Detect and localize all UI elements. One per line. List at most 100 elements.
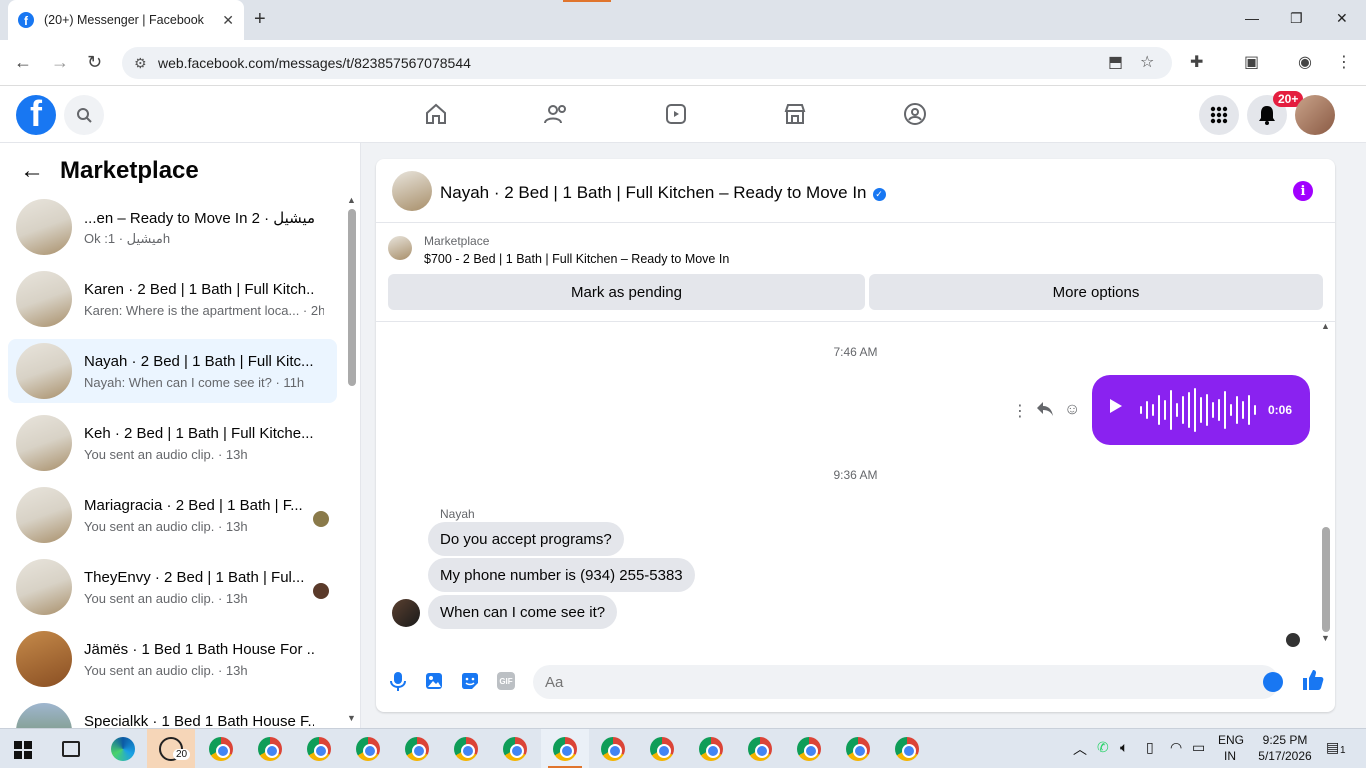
chrome-icon[interactable] xyxy=(258,737,282,761)
conversation-item[interactable]: Jämës · 1 Bed 1 Bath House For ... You s… xyxy=(8,627,337,691)
conversation-item[interactable]: Mariagracia · 2 Bed | 1 Bath | F... You … xyxy=(8,483,337,547)
menu-grid-icon[interactable] xyxy=(1199,95,1239,135)
mark-as-pending-button[interactable]: Mark as pending xyxy=(388,274,865,310)
chrome-icon[interactable] xyxy=(846,737,870,761)
conversation-preview: You sent an audio clip. · 13h xyxy=(84,591,248,606)
react-emoji-icon[interactable]: ☺ xyxy=(1064,401,1080,419)
chrome-icon[interactable] xyxy=(356,737,380,761)
new-tab-icon[interactable]: + xyxy=(254,8,266,31)
more-kebab-icon[interactable]: ⋮ xyxy=(1012,401,1028,421)
sender-avatar[interactable] xyxy=(392,599,420,627)
groups-icon[interactable] xyxy=(901,100,929,128)
incoming-message[interactable]: When can I come see it? xyxy=(428,595,618,629)
profile-icon[interactable]: ◉ xyxy=(1298,52,1312,72)
restore-icon[interactable]: ❐ xyxy=(1290,10,1303,27)
back-icon[interactable]: ← xyxy=(14,52,32,73)
home-icon[interactable] xyxy=(422,100,450,128)
conversation-item[interactable]: ...en – Ready to Move In 2 · ميشيل Ok :م… xyxy=(8,195,337,259)
back-arrow-icon[interactable]: ← xyxy=(20,157,44,185)
edge-icon[interactable] xyxy=(111,737,135,761)
marketplace-sidebar: ← Marketplace ...en – Ready to Move In 2… xyxy=(0,143,361,728)
clock-time[interactable]: 9:25 PM xyxy=(1260,733,1310,747)
chrome-icon[interactable] xyxy=(650,737,674,761)
notification-center-icon[interactable]: ▤ xyxy=(1326,739,1339,756)
chrome-icon[interactable] xyxy=(699,737,723,761)
emoji-icon[interactable] xyxy=(1263,672,1283,692)
scroll-down-arrow-icon[interactable]: ▼ xyxy=(1321,633,1330,643)
device-icon[interactable]: ▯ xyxy=(1146,739,1154,756)
facebook-logo-icon[interactable]: f xyxy=(16,95,56,135)
language-indicator[interactable]: ENG xyxy=(1218,733,1244,747)
chrome-icon[interactable] xyxy=(405,737,429,761)
conversation-item[interactable]: TheyEnvy · 2 Bed | 1 Bath | Ful... You s… xyxy=(8,555,337,619)
conversation-item[interactable]: Specialkk · 1 Bed 1 Bath House F... xyxy=(8,699,337,728)
chat-avatar[interactable] xyxy=(392,171,432,211)
audio-duration: 0:06 xyxy=(1268,403,1293,417)
chrome-icon[interactable] xyxy=(307,737,331,761)
conversation-item-active[interactable]: Nayah · 2 Bed | 1 Bath | Full Kitc... Na… xyxy=(8,339,337,403)
wifi-icon[interactable]: ◠ xyxy=(1170,739,1182,756)
chrome-icon[interactable] xyxy=(797,737,821,761)
reload-icon[interactable]: ↻ xyxy=(87,52,102,73)
install-app-icon[interactable]: ⬒ xyxy=(1108,52,1123,72)
extensions-icon[interactable]: ✚ xyxy=(1190,52,1203,72)
scroll-up-arrow-icon[interactable]: ▲ xyxy=(347,195,356,205)
battery-icon[interactable]: ▭ xyxy=(1192,739,1205,756)
search-icon[interactable] xyxy=(64,95,104,135)
windows-start-icon[interactable] xyxy=(14,741,32,759)
address-toolbar: ← → ↻ ⚙ web.facebook.com/messages/t/8238… xyxy=(0,40,1366,86)
chrome-icon[interactable] xyxy=(503,737,527,761)
menu-kebab-icon[interactable]: ⋮ xyxy=(1336,52,1352,72)
chat-title[interactable]: Nayah · 2 Bed | 1 Bath | Full Kitchen – … xyxy=(440,183,886,203)
close-window-icon[interactable]: ✕ xyxy=(1336,10,1348,27)
sticker-icon[interactable] xyxy=(460,671,480,691)
whatsapp-tray-icon[interactable]: ✆ xyxy=(1097,739,1109,756)
chrome-icon[interactable] xyxy=(601,737,625,761)
bookmark-star-icon[interactable]: ☆ xyxy=(1140,52,1154,72)
audio-message[interactable]: 0:06 xyxy=(1092,375,1310,445)
play-icon[interactable] xyxy=(1110,399,1122,413)
whatsapp-taskbar-button[interactable]: 20 xyxy=(147,729,195,768)
close-tab-icon[interactable]: ✕ xyxy=(222,12,234,29)
chat-scrollbar[interactable] xyxy=(1322,527,1330,632)
show-hidden-icons-chevron-icon[interactable]: ︿ xyxy=(1073,739,1087,759)
video-icon[interactable] xyxy=(662,100,690,128)
friends-icon[interactable] xyxy=(542,100,570,128)
task-view-icon[interactable] xyxy=(62,741,80,757)
info-icon[interactable]: i xyxy=(1293,181,1313,201)
volume-icon[interactable]: 🔈︎ xyxy=(1120,739,1128,756)
scroll-down-arrow-icon[interactable]: ▼ xyxy=(347,713,356,723)
chrome-icon[interactable] xyxy=(209,737,233,761)
active-chrome-taskbar-button[interactable] xyxy=(541,729,589,768)
sidebar-scrollbar[interactable] xyxy=(348,209,356,386)
seen-avatar xyxy=(313,511,329,527)
forward-icon[interactable]: → xyxy=(51,52,69,73)
reply-icon[interactable] xyxy=(1036,401,1054,422)
clock-date[interactable]: 5/17/2026 xyxy=(1256,749,1314,763)
message-input[interactable] xyxy=(533,665,1279,699)
chrome-icon[interactable] xyxy=(748,737,772,761)
gif-icon[interactable]: GIF xyxy=(496,671,516,691)
site-info-icon[interactable]: ⚙ xyxy=(134,55,147,72)
listing-thumbnail[interactable] xyxy=(388,236,412,260)
listing-title[interactable]: $700 - 2 Bed | 1 Bath | Full Kitchen – R… xyxy=(424,252,729,266)
chrome-icon[interactable] xyxy=(895,737,919,761)
account-avatar[interactable] xyxy=(1295,95,1335,135)
minimize-icon[interactable]: — xyxy=(1245,10,1259,26)
incoming-message[interactable]: Do you accept programs? xyxy=(428,522,624,556)
incoming-message[interactable]: My phone number is (934) 255-5383 xyxy=(428,558,695,592)
conversation-item[interactable]: Karen · 2 Bed | 1 Bath | Full Kitch... K… xyxy=(8,267,337,331)
microphone-icon[interactable] xyxy=(388,671,408,691)
more-options-button[interactable]: More options xyxy=(869,274,1323,310)
conversation-item[interactable]: Keh · 2 Bed | 1 Bath | Full Kitche... Yo… xyxy=(8,411,337,475)
url-bar[interactable]: ⚙ web.facebook.com/messages/t/8238575670… xyxy=(122,47,1172,79)
browser-tab[interactable]: f (20+) Messenger | Facebook ✕ xyxy=(8,0,244,40)
tab-search-icon[interactable]: ▣ xyxy=(1244,52,1259,72)
region-indicator[interactable]: IN xyxy=(1224,749,1236,763)
chrome-icon[interactable] xyxy=(454,737,478,761)
marketplace-icon[interactable] xyxy=(781,100,809,128)
like-thumbs-up-icon[interactable] xyxy=(1302,669,1324,697)
conversation-name: Mariagracia · 2 Bed | 1 Bath | F... xyxy=(84,497,303,514)
scroll-up-arrow-icon[interactable]: ▲ xyxy=(1321,321,1330,331)
photo-icon[interactable] xyxy=(424,671,444,691)
